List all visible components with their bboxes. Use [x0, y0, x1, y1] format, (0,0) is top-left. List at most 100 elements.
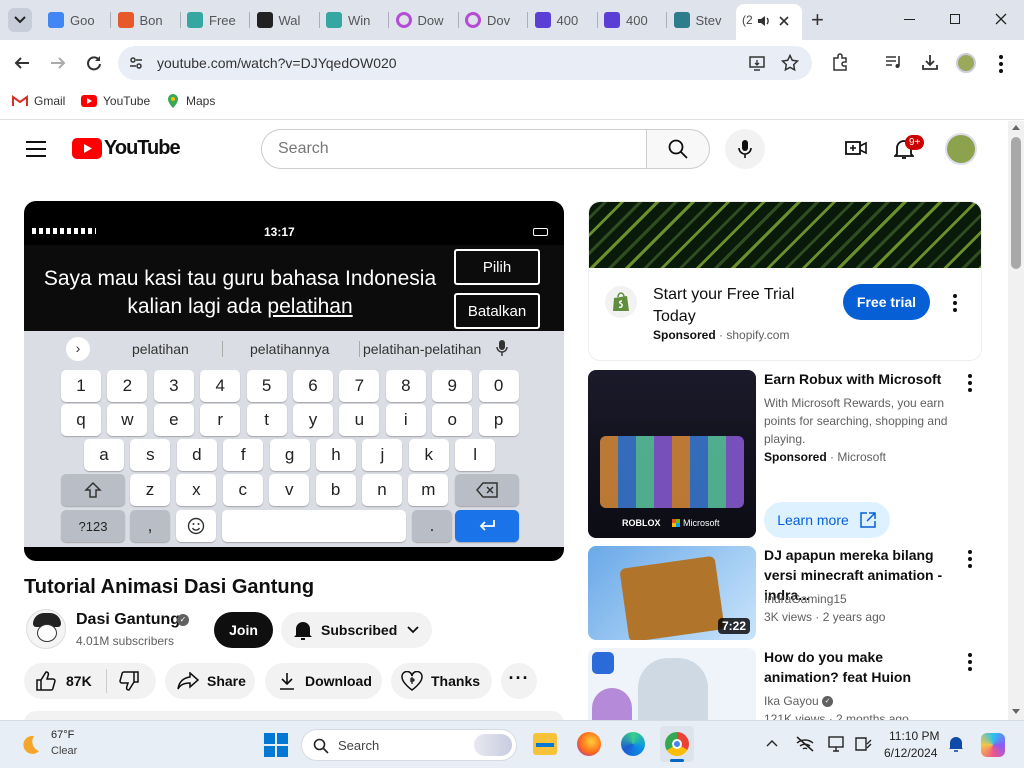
weather-widget[interactable]: 67°F Clear	[16, 727, 96, 763]
keyboard-key: i	[385, 404, 426, 436]
external-link-icon	[860, 512, 876, 528]
bookmark-label: Maps	[186, 94, 216, 108]
channel-name[interactable]: Dasi Gantung	[76, 611, 180, 629]
scroll-up-arrow[interactable]	[1012, 125, 1020, 130]
doc-icon	[326, 12, 342, 28]
notification-bell-icon[interactable]	[948, 735, 964, 753]
firefox-icon[interactable]	[577, 732, 601, 756]
robux-ad-thumbnail[interactable]: ROBLOX Microsoft	[588, 370, 756, 538]
shopify-logo-icon	[605, 286, 637, 318]
subscribed-button[interactable]: Subscribed	[281, 612, 432, 648]
reload-button[interactable]	[86, 55, 102, 71]
share-button[interactable]: Share	[165, 663, 255, 699]
tab-6[interactable]: Dow	[395, 8, 448, 32]
microsoft-logo-text: Microsoft	[683, 518, 720, 528]
new-tab-button[interactable]: +	[811, 7, 824, 33]
hamburger-menu-icon[interactable]	[26, 141, 46, 157]
page-scrollbar[interactable]	[1008, 121, 1024, 720]
keyboard-key: 2	[107, 370, 148, 402]
start-button[interactable]	[264, 733, 288, 757]
copilot-icon[interactable]	[981, 733, 1005, 757]
bookmark-maps[interactable]: Maps	[166, 92, 215, 110]
tab-8[interactable]: 400	[534, 8, 587, 32]
close-window-button[interactable]	[995, 13, 1007, 25]
tab-search-button[interactable]	[8, 8, 32, 32]
like-count: 87K	[66, 673, 92, 689]
tab-10[interactable]: Stev	[673, 8, 726, 32]
search-box[interactable]: Search	[261, 129, 647, 169]
clock-date[interactable]: 6/12/2024	[884, 746, 937, 760]
network-offline-icon[interactable]	[795, 735, 815, 753]
site-info-icon[interactable]	[128, 55, 144, 71]
dislike-icon[interactable]	[118, 671, 139, 691]
voice-search-button[interactable]	[725, 129, 765, 169]
tab-1[interactable]: Goo	[48, 8, 100, 32]
download-icon[interactable]	[921, 53, 939, 71]
create-video-icon[interactable]	[845, 139, 867, 157]
forward-button[interactable]	[50, 55, 66, 71]
clock-time[interactable]: 11:10 PM	[889, 729, 939, 743]
maximize-button[interactable]	[950, 14, 960, 24]
tab-separator	[179, 12, 181, 28]
video-player[interactable]: 13:17 Saya mau kasi tau guru bahasa Indo…	[24, 201, 564, 561]
video-menu-icon[interactable]	[968, 550, 972, 568]
file-explorer-icon[interactable]	[533, 733, 557, 755]
like-button[interactable]: 87K	[24, 663, 156, 699]
browser-menu-icon[interactable]	[999, 55, 1003, 73]
youtube-logo[interactable]: YouTube	[72, 137, 181, 160]
ad-menu-icon[interactable]	[953, 294, 957, 312]
video-channel[interactable]: Ika Gayou ✓	[764, 692, 834, 710]
thanks-button[interactable]: Thanks	[391, 663, 492, 699]
emoji-icon	[187, 517, 205, 535]
address-bar[interactable]: youtube.com/watch?v=DJYqedOW020	[118, 46, 812, 80]
account-avatar[interactable]	[945, 133, 977, 165]
tab-2[interactable]: Bon	[117, 8, 170, 32]
media-control-icon[interactable]	[885, 54, 903, 70]
close-tab-icon[interactable]	[778, 15, 790, 27]
minimize-button[interactable]	[904, 19, 915, 20]
video-channel[interactable]: IndraGaming15	[764, 590, 847, 608]
learn-more-button[interactable]: Learn more	[764, 502, 890, 538]
description-box[interactable]	[24, 711, 564, 720]
expand-suggestions-icon: ›	[66, 337, 90, 361]
shopify-ad[interactable]: Start your Free Trial Today Sponsored · …	[588, 201, 982, 361]
keyboard-key: q	[61, 404, 101, 436]
download-button[interactable]: Download	[265, 663, 382, 699]
profile-avatar[interactable]	[956, 53, 976, 73]
steam-icon	[673, 12, 690, 28]
tab-4[interactable]: Wal	[256, 8, 309, 32]
taskbar-search[interactable]: Search	[301, 729, 517, 761]
back-button[interactable]	[14, 55, 30, 71]
video-menu-icon[interactable]	[968, 653, 972, 671]
cast-icon[interactable]	[748, 54, 766, 72]
tab-9[interactable]: 400	[604, 8, 656, 32]
search-button[interactable]	[646, 129, 710, 169]
bookmark-gmail[interactable]: Gmail	[12, 92, 65, 110]
tab-active[interactable]: (2	[736, 4, 802, 40]
status-time: 13:17	[264, 225, 295, 239]
tab-separator	[527, 12, 528, 28]
scroll-down-arrow[interactable]	[1012, 709, 1020, 714]
edge-icon[interactable]	[621, 732, 645, 756]
bookmark-star-icon[interactable]	[781, 54, 799, 72]
scrollbar-thumb[interactable]	[1011, 137, 1021, 269]
tab-5[interactable]: Win	[326, 8, 378, 32]
ad-menu-icon[interactable]	[968, 374, 972, 392]
video-title[interactable]: How do you make animation? feat Huion	[764, 647, 960, 687]
caption-line-2: kalian lagi ada pelatihan	[38, 293, 442, 321]
chrome-icon[interactable]	[660, 726, 694, 762]
join-button[interactable]: Join	[214, 612, 273, 648]
battery-status-icon[interactable]	[853, 735, 873, 753]
bookmark-youtube[interactable]: YouTube	[81, 92, 150, 110]
extensions-icon[interactable]	[831, 53, 849, 71]
display-icon[interactable]	[828, 735, 846, 753]
robux-ad-title[interactable]: Earn Robux with Microsoft	[764, 369, 954, 389]
channel-avatar[interactable]	[26, 609, 66, 649]
video-thumbnail[interactable]: 7:22	[588, 546, 756, 640]
tab-7[interactable]: Dov	[465, 8, 517, 32]
free-trial-button[interactable]: Free trial	[843, 284, 930, 320]
more-actions-button[interactable]: ···	[501, 663, 537, 699]
tab-3[interactable]: Free	[187, 8, 239, 32]
show-hidden-icons-chevron[interactable]	[766, 739, 778, 747]
video-thumbnail[interactable]	[588, 648, 756, 720]
